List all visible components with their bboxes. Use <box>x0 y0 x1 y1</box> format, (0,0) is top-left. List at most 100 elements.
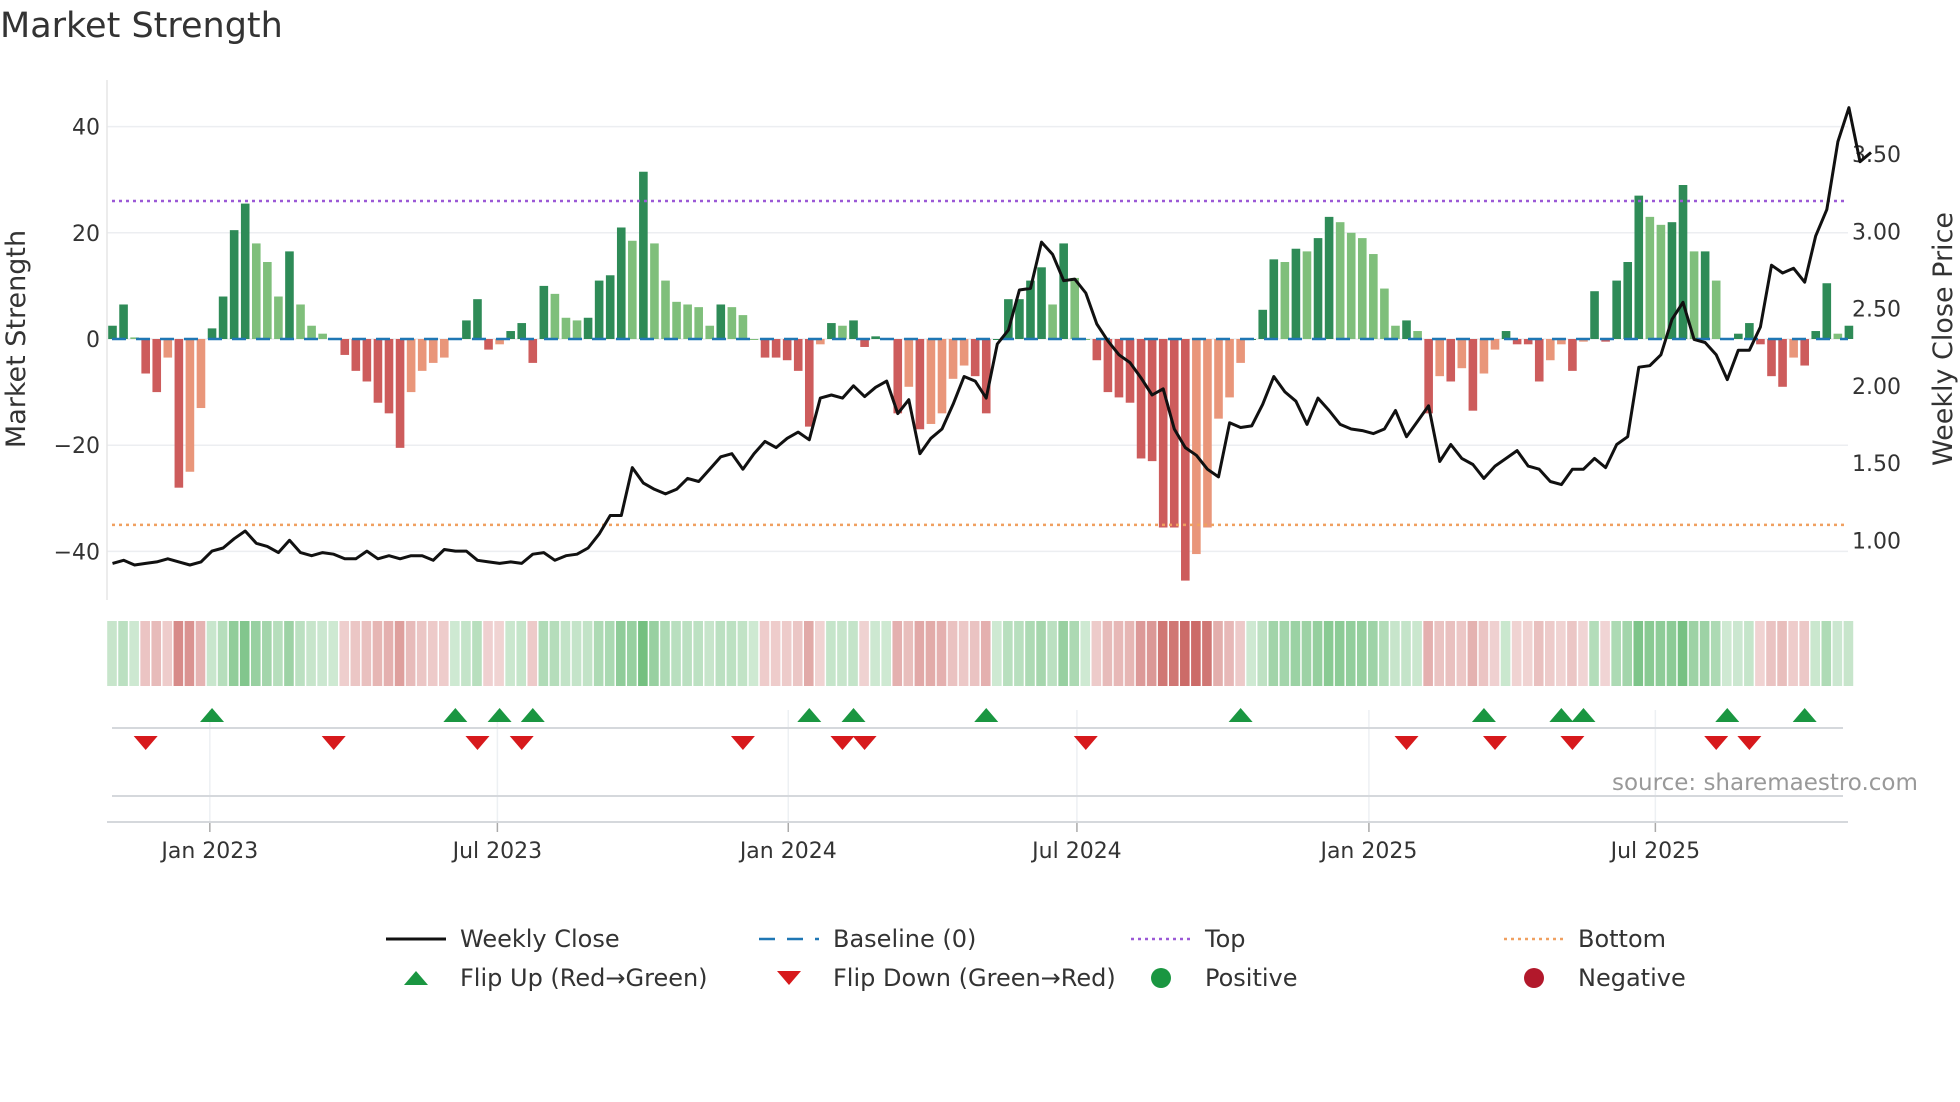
heat-strip-cell <box>527 621 538 686</box>
heat-strip-cell <box>1766 621 1776 686</box>
heat-strip-cell <box>726 621 737 686</box>
heat-strip-cell <box>416 621 427 686</box>
y2-tick-label: 1.50 <box>1852 452 1901 477</box>
strength-bar <box>1335 222 1345 339</box>
heat-strip-cell <box>184 621 195 686</box>
strength-bar <box>406 339 416 393</box>
flip-up-marker <box>797 708 822 722</box>
strength-bar <box>1645 216 1655 339</box>
y-tick-label: −40 <box>54 540 100 565</box>
flip-down-marker <box>133 736 158 750</box>
heat-strip-cell <box>1567 621 1577 686</box>
strength-bar <box>639 171 648 339</box>
heat-strip-cell <box>1058 621 1068 686</box>
heat-strip-cell <box>549 621 560 686</box>
legend-label: Top <box>1205 925 1246 953</box>
legend-tri-down-icon <box>777 971 801 985</box>
strength-bar <box>1822 283 1832 339</box>
strength-bar <box>240 203 250 339</box>
heat-strip-cell <box>1312 621 1323 686</box>
flip-up-marker <box>974 708 999 722</box>
strength-bar <box>1302 251 1312 339</box>
y2-tick-label: 2.50 <box>1852 298 1901 323</box>
heat-strip-cell <box>1434 621 1444 686</box>
strength-bar <box>1490 339 1500 350</box>
strength-bar <box>550 293 560 339</box>
heat-strip-cell <box>947 621 958 686</box>
heat-strip-cell <box>1821 621 1832 686</box>
heat-strip-cell <box>748 621 759 686</box>
heat-strip-cell <box>461 621 471 686</box>
heat-strip-cell <box>914 621 925 686</box>
strength-bar <box>473 299 482 339</box>
flip-up-marker <box>520 708 545 722</box>
strength-bar <box>428 339 438 363</box>
strength-bar <box>1634 195 1644 339</box>
heat-strip-cell <box>538 621 549 686</box>
heat-strip-cell <box>195 621 206 686</box>
strength-bar <box>1059 243 1068 339</box>
heat-strip-cell <box>350 621 361 686</box>
heat-strip-cell <box>140 621 150 686</box>
strength-bar <box>207 328 217 339</box>
strength-bar <box>583 317 593 339</box>
strength-bar <box>838 325 847 339</box>
legend-item: Flip Down (Green→Red) <box>759 964 1116 992</box>
heat-strip-cell <box>660 621 670 686</box>
heat-strip-cell <box>217 621 228 686</box>
flip-down-marker <box>1704 736 1729 750</box>
y-tick-label: 20 <box>72 222 100 247</box>
heat-strip-cell <box>1157 621 1168 686</box>
heat-strip-cell <box>1721 621 1732 686</box>
heat-strip-cell <box>250 621 261 686</box>
heat-strip-cell <box>1456 621 1467 686</box>
strength-bar <box>760 339 770 358</box>
legend-label: Bottom <box>1578 925 1667 953</box>
legend-tri-up-icon <box>404 971 428 985</box>
heat-strip-cell <box>1843 621 1854 686</box>
heat-strip-cell <box>1268 621 1279 686</box>
heat-strip-cell <box>759 621 770 686</box>
heat-strip-cell <box>870 621 880 686</box>
heat-strip-cell <box>925 621 936 686</box>
strength-bar <box>263 262 272 339</box>
strength-bar <box>1280 262 1290 339</box>
heat-strip-cell <box>969 621 980 686</box>
strength-bar <box>174 339 184 488</box>
strength-bar <box>373 339 383 403</box>
strength-bar <box>1711 280 1721 339</box>
heat-strip-cell <box>505 621 515 686</box>
strength-bar <box>605 275 615 339</box>
flip-down-marker <box>465 736 490 750</box>
strength-bar <box>1225 339 1234 398</box>
strength-bar <box>716 304 726 339</box>
heat-strip-cell <box>405 621 416 686</box>
flip-up-marker <box>841 708 866 722</box>
heat-strip-cell <box>1810 621 1821 686</box>
heat-strip-cell <box>1279 621 1290 686</box>
weekly-close-line <box>112 106 1872 567</box>
heat-strip-cell <box>1025 621 1035 686</box>
heat-strip-cell <box>1611 621 1621 686</box>
heat-strip-cell <box>892 621 903 686</box>
strength-bar <box>1380 288 1389 339</box>
heat-strip-cell <box>571 621 582 686</box>
heat-strip-cell <box>1356 621 1367 686</box>
heat-strip-cell <box>1666 621 1677 686</box>
heat-strip-cell <box>671 621 681 686</box>
strength-bar <box>749 339 759 340</box>
strength-bar <box>462 320 471 339</box>
flip-down-marker <box>1737 736 1762 750</box>
heat-strip-cell <box>1533 621 1544 686</box>
legend-dot-bottom-icon <box>1504 937 1564 941</box>
heat-strip-cell <box>826 621 836 686</box>
strength-bar <box>517 323 527 339</box>
heat-strip-cell <box>1345 621 1356 686</box>
legend-circle-neg-icon <box>1524 968 1544 988</box>
x-tick-label: Jan 2025 <box>1318 839 1417 864</box>
heat-strip-cell <box>1467 621 1478 686</box>
strength-bar <box>1457 339 1467 369</box>
heat-strip-cell <box>1578 621 1588 686</box>
heat-strip-cell <box>593 621 604 686</box>
heat-strip-cell <box>1556 621 1566 686</box>
